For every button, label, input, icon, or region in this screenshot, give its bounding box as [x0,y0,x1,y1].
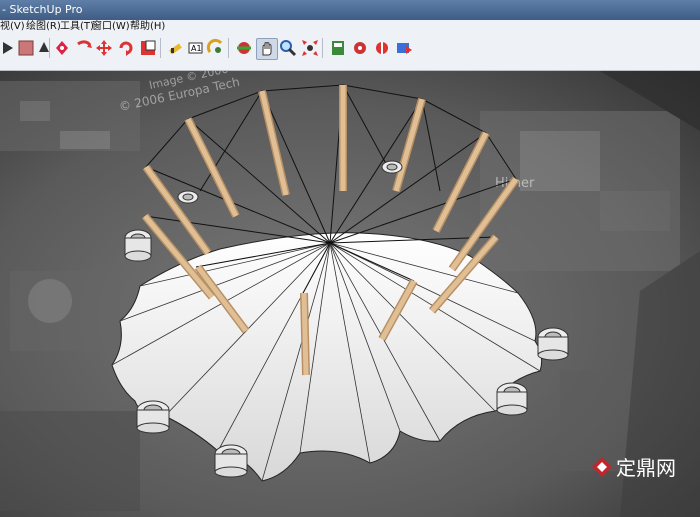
pan-hand-icon[interactable] [234,38,254,58]
eraser-icon[interactable] [16,38,36,58]
paint-bucket-icon[interactable] [34,38,54,58]
tensile-structure-model: © 2006 Europa Tech Image © 2006 Himer [0,71,700,517]
rotate-icon[interactable] [94,38,114,58]
model-viewport[interactable]: © 2006 Europa Tech Image © 2006 Himer [0,71,700,517]
toolbar-separator [228,38,229,58]
orbit-icon[interactable] [206,38,226,58]
zoom-extents-icon[interactable] [278,38,298,58]
get-models-icon[interactable] [300,38,320,58]
menu-draw[interactable]: 绘图(R) [26,20,61,34]
toolbar-separator [160,38,161,58]
toolbar-separator [322,38,323,58]
menu-help[interactable]: 帮助(H) [130,20,165,34]
move-icon[interactable] [74,38,94,58]
menu-tools[interactable]: 工具(T) [60,20,94,34]
push-pull-icon[interactable] [52,38,72,58]
toolbar: A1 [0,34,700,71]
photo-textures-icon[interactable] [372,38,392,58]
menu-window[interactable]: 窗口(W) [92,20,130,34]
toolbar-separator [49,38,50,58]
components-icon[interactable] [350,38,370,58]
menu-view[interactable]: 视(V) [0,20,25,34]
text-icon[interactable] [166,38,186,58]
zoom-icon[interactable] [256,38,278,60]
share-model-icon[interactable] [328,38,348,58]
svg-text:A1: A1 [191,44,202,53]
watermark-text: 定鼎网 [616,456,676,480]
window-title: - SketchUp Pro [2,3,83,16]
menu-bar: 视(V) 绘图(R) 工具(T) 窗口(W) 帮助(H) [0,20,700,35]
scale-icon[interactable] [116,38,136,58]
tape-measure-icon[interactable] [138,38,158,58]
title-bar: - SketchUp Pro [0,0,700,20]
export-icon[interactable] [394,38,414,58]
protractor-icon[interactable]: A1 [186,38,206,58]
